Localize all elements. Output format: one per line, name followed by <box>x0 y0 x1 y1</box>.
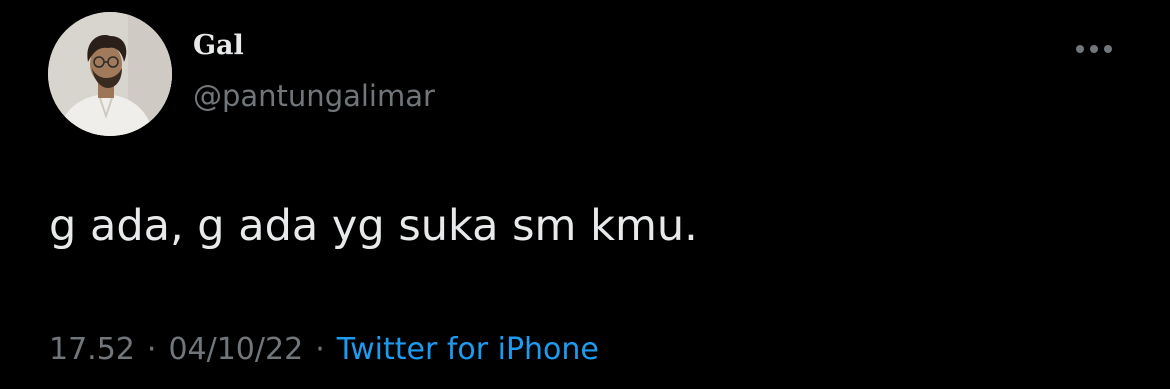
author-handle[interactable]: @pantungalimar <box>193 78 435 114</box>
ellipsis-icon <box>1104 45 1112 53</box>
tweet-date[interactable]: 04/10/22 <box>168 332 303 367</box>
profile-photo-icon <box>48 12 172 136</box>
tweet-meta: 17.52 · 04/10/22 · Twitter for iPhone <box>49 330 599 370</box>
tweet-time[interactable]: 17.52 <box>49 332 135 367</box>
tweet-source-link[interactable]: Twitter for iPhone <box>337 332 599 367</box>
ellipsis-icon <box>1076 45 1084 53</box>
avatar[interactable] <box>48 12 172 136</box>
author-name[interactable]: Gal <box>193 28 244 64</box>
tweet: Gal @pantungalimar g ada, g ada yg suka … <box>0 0 1170 389</box>
more-options-button[interactable] <box>1068 34 1120 64</box>
separator: · <box>146 332 157 367</box>
separator: · <box>315 332 325 367</box>
tweet-text: g ada, g ada yg suka sm kmu. <box>49 201 698 251</box>
ellipsis-icon <box>1090 45 1098 53</box>
